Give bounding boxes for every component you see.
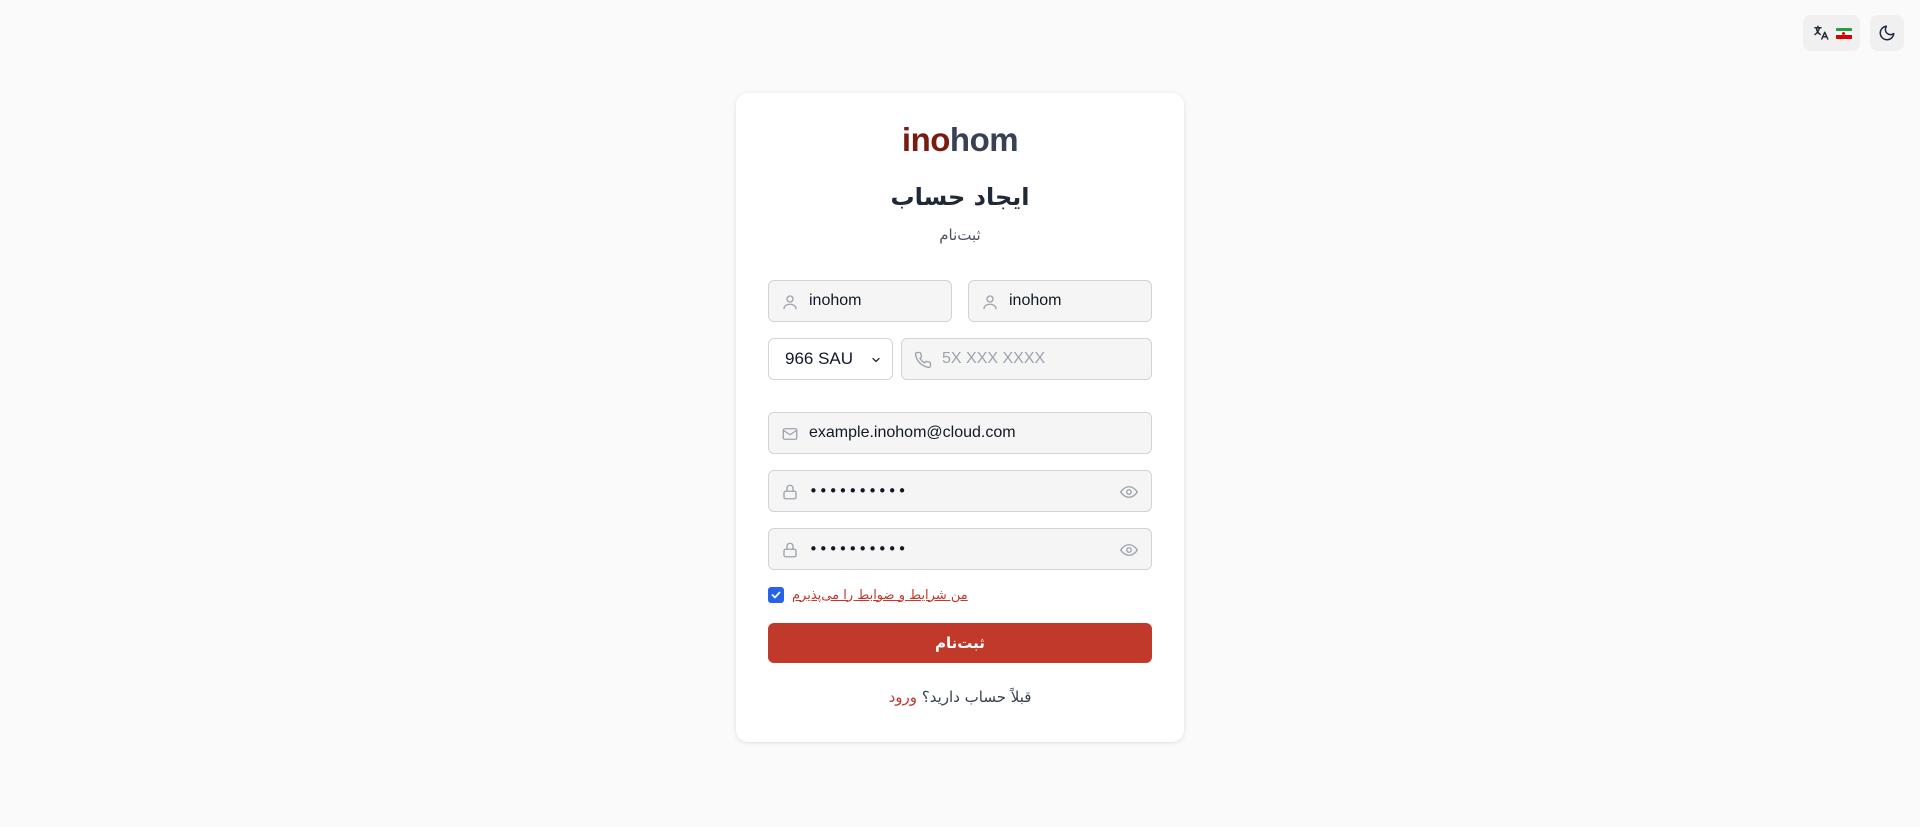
login-prompt-text: قبلاً حساب دارید؟ (921, 688, 1032, 706)
phone-input[interactable] (902, 339, 1151, 379)
eye-icon[interactable] (1119, 483, 1139, 501)
phone-field (901, 338, 1152, 380)
email-input[interactable] (769, 413, 1151, 453)
first-name-field (768, 280, 952, 322)
phone-icon (914, 351, 932, 369)
password-field (768, 470, 1152, 512)
last-name-field (968, 280, 1152, 322)
login-prompt-row: قبلاً حساب دارید؟ ورود (736, 688, 1184, 706)
moon-icon (1878, 24, 1896, 42)
password-input[interactable] (769, 471, 1151, 511)
email-field (768, 412, 1152, 454)
iran-flag-icon (1835, 27, 1852, 39)
translate-icon (1812, 24, 1830, 42)
page-title: ایجاد حساب (890, 183, 1030, 211)
language-switcher-button[interactable] (1803, 15, 1860, 51)
page-subtitle: ثبت‌نام (939, 226, 981, 244)
confirm-password-field (768, 528, 1152, 570)
user-icon (981, 293, 999, 311)
login-link[interactable]: ورود (889, 688, 917, 706)
user-icon (781, 293, 799, 311)
top-controls (1803, 15, 1904, 51)
lock-icon (781, 483, 799, 501)
confirm-password-input[interactable] (769, 529, 1151, 569)
signup-card: inohom ایجاد حساب ثبت‌نام 966 SAU (736, 93, 1184, 742)
country-code-select[interactable]: 966 SAU (768, 338, 893, 380)
eye-icon[interactable] (1119, 541, 1139, 559)
terms-row: من شرایط و ضوابط را می‌پذیرم (768, 587, 968, 603)
terms-link[interactable]: من شرایط و ضوابط را می‌پذیرم (792, 588, 968, 603)
lock-icon (781, 541, 799, 559)
signup-button[interactable]: ثبت‌نام (768, 623, 1152, 663)
chevron-down-icon (870, 354, 882, 366)
country-code-value: 966 SAU (785, 349, 854, 368)
mail-icon (781, 425, 799, 443)
theme-toggle-button[interactable] (1870, 15, 1904, 51)
brand-logo: inohom (901, 121, 1019, 158)
terms-checkbox[interactable] (768, 587, 784, 603)
